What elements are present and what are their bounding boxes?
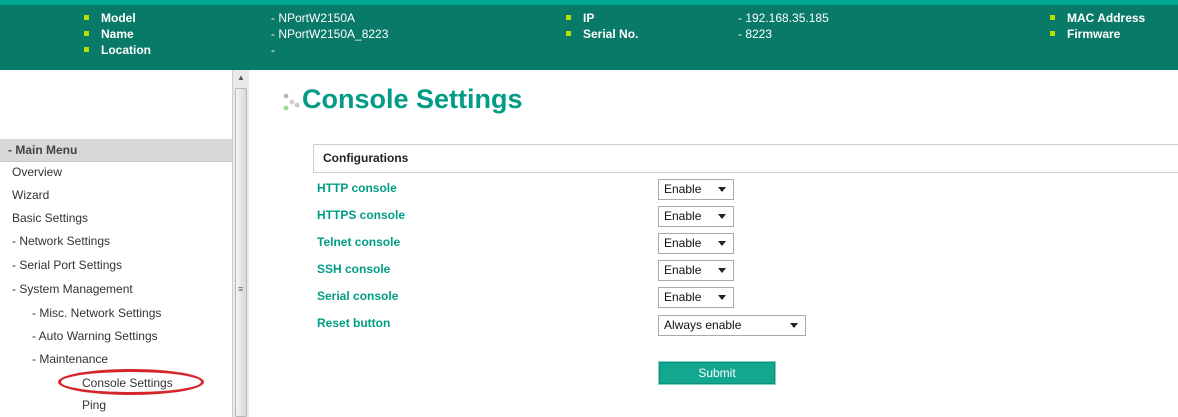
title-dots-icon	[283, 93, 300, 111]
header-value: - NPortW2150A	[271, 11, 356, 25]
ssh-console-label: SSH console	[317, 262, 391, 276]
select-value: Enable	[664, 290, 702, 304]
scroll-up-arrow-icon[interactable]: ▲	[233, 70, 249, 86]
sidebar-scrollbar[interactable]: ▲ ≡	[232, 70, 249, 417]
http-console-label: HTTP console	[317, 181, 397, 195]
header-col-right: MAC Address Firmware	[1050, 10, 1145, 42]
sidebar-item-basic-settings[interactable]: Basic Settings	[12, 207, 88, 229]
https-console-label: HTTPS console	[317, 208, 406, 222]
bullet-icon	[84, 47, 89, 53]
header-value: - NPortW2150A_8223	[271, 27, 389, 41]
serial-console-select[interactable]: Enable	[658, 287, 734, 308]
header-value: - 8223	[738, 27, 773, 41]
sidebar-item-wizard[interactable]: Wizard	[12, 184, 49, 206]
page-title: Console Settings	[302, 84, 523, 114]
header-row-model: Model	[84, 10, 151, 26]
header-value: - 192.168.35.185	[738, 11, 829, 25]
chevron-down-icon	[718, 268, 726, 273]
bullet-icon	[84, 15, 89, 21]
header-row-location: Location	[84, 42, 151, 58]
header-row-serial: Serial No.	[566, 26, 638, 42]
header-col-middle-values: - 192.168.35.185 - 8223	[738, 10, 829, 42]
header-label: Model	[101, 11, 136, 25]
serial-console-label: Serial console	[317, 289, 399, 303]
chevron-down-icon	[718, 187, 726, 192]
sidebar-item-overview[interactable]: Overview	[12, 161, 62, 183]
header-label: Location	[101, 43, 151, 57]
header-col-middle: IP Serial No.	[566, 10, 638, 42]
http-console-select[interactable]: Enable	[658, 179, 734, 200]
chevron-down-icon	[718, 214, 726, 219]
header-value: -	[271, 43, 275, 57]
chevron-down-icon	[790, 323, 798, 328]
submit-button[interactable]: Submit	[658, 361, 776, 385]
sidebar-item-system-management[interactable]: - System Management	[12, 278, 133, 300]
telnet-console-label: Telnet console	[317, 235, 401, 249]
header-col-left-values: - NPortW2150A - NPortW2150A_8223 -	[271, 10, 388, 58]
bullet-icon	[566, 31, 571, 37]
header-row-mac: MAC Address	[1050, 10, 1145, 26]
bullet-icon	[84, 31, 89, 37]
https-console-select[interactable]: Enable	[658, 206, 734, 227]
header-label: IP	[583, 11, 595, 25]
sidebar-item-ping[interactable]: Ping	[82, 394, 106, 416]
header-col-left: Model Name Location	[84, 10, 151, 58]
sidebar: - Main Menu Overview Wizard Basic Settin…	[0, 70, 232, 417]
configurations-section-header: Configurations	[313, 144, 1178, 173]
highlight-circle	[58, 369, 204, 395]
chevron-down-icon	[718, 295, 726, 300]
header-row-name: Name	[84, 26, 151, 42]
bullet-icon	[1050, 15, 1055, 21]
header-label: Serial No.	[583, 27, 639, 41]
chevron-down-icon	[718, 241, 726, 246]
select-value: Enable	[664, 236, 702, 250]
sidebar-item-maintenance[interactable]: - Maintenance	[32, 348, 108, 370]
bullet-icon	[1050, 31, 1055, 37]
select-value: Enable	[664, 182, 702, 196]
header-row-ip: IP	[566, 10, 638, 26]
sidebar-item-auto-warning-settings[interactable]: - Auto Warning Settings	[32, 325, 158, 347]
select-value: Enable	[664, 209, 702, 223]
reset-button-label: Reset button	[317, 316, 391, 330]
select-value: Enable	[664, 263, 702, 277]
main-menu-header[interactable]: - Main Menu	[0, 139, 232, 162]
header-row-firmware: Firmware	[1050, 26, 1145, 42]
select-value: Always enable	[664, 318, 742, 332]
sidebar-item-misc-network-settings[interactable]: - Misc. Network Settings	[32, 302, 161, 324]
telnet-console-select[interactable]: Enable	[658, 233, 734, 254]
device-info-header: Model Name Location - NPortW2150A - NPor…	[0, 0, 1178, 70]
ssh-console-select[interactable]: Enable	[658, 260, 734, 281]
header-label: Firmware	[1067, 27, 1121, 41]
header-label: MAC Address	[1067, 11, 1146, 25]
header-label: Name	[101, 27, 134, 41]
scrollbar-thumb[interactable]: ≡	[235, 88, 247, 417]
sidebar-item-network-settings[interactable]: - Network Settings	[12, 230, 110, 252]
bullet-icon	[566, 15, 571, 21]
reset-button-select[interactable]: Always enable	[658, 315, 806, 336]
sidebar-item-serial-port-settings[interactable]: - Serial Port Settings	[12, 254, 122, 276]
grip-icon: ≡	[238, 284, 244, 294]
